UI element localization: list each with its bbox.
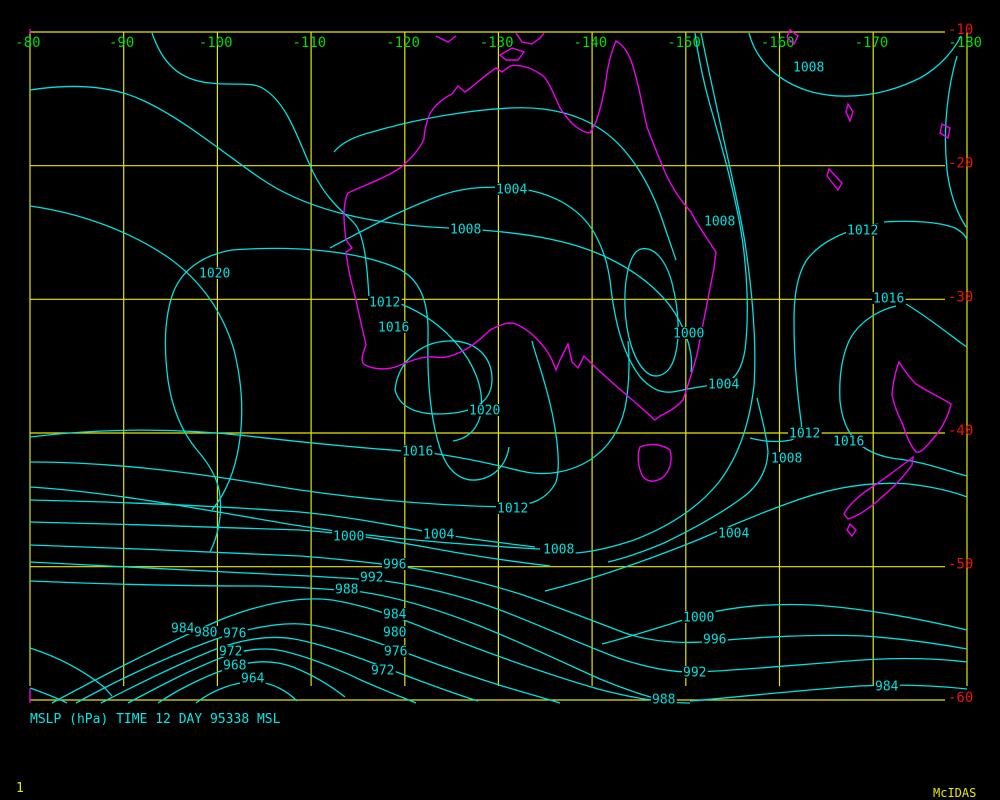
isobar (232, 248, 509, 480)
coastline-vanuatu (846, 104, 853, 121)
latitude-label: -50 (948, 557, 973, 573)
isobar (30, 487, 540, 549)
isobar-label: 1016 (873, 292, 904, 307)
map-canvas[interactable]: -80-90-100-110-120-130-140-150-160-170-1… (0, 0, 1000, 800)
isobar-label: 1020 (469, 404, 500, 419)
coastline-nz-south-island (844, 457, 913, 519)
isobar-label: 980 (383, 626, 406, 641)
coastline-stewart-island (847, 524, 856, 536)
isobar-label: 992 (360, 571, 383, 586)
isobar-label: 972 (371, 664, 394, 679)
coastline-australia (344, 41, 716, 420)
isobar (30, 688, 67, 703)
longitude-label: -170 (855, 35, 889, 51)
longitude-label: -100 (199, 35, 233, 51)
coastline-new-caledonia (827, 169, 842, 190)
isobar-label: 1016 (378, 321, 409, 336)
isobar-label: 1008 (704, 215, 735, 230)
isobar-label: 1000 (683, 611, 714, 626)
isobar-label: 1004 (423, 528, 454, 543)
isobar-label: 976 (223, 627, 246, 642)
isobar-label: 1012 (789, 427, 820, 442)
isobar-label: 1000 (673, 327, 704, 342)
isobar-label: 1016 (402, 445, 433, 460)
isobar-label: 1012 (847, 224, 878, 239)
isobar (30, 341, 629, 474)
isobar (545, 483, 967, 591)
longitude-label: -120 (386, 35, 420, 51)
isobar-label: 1012 (497, 502, 528, 517)
isobar (30, 206, 242, 510)
coastline-new-guinea-edge (516, 33, 544, 44)
map-caption: MSLP (hPa) TIME 12 DAY 95338 MSL (30, 712, 280, 727)
isobar (884, 221, 967, 240)
isobar-label: 1008 (771, 452, 802, 467)
isobar-label: 1004 (496, 183, 527, 198)
isobar-label: 1012 (369, 296, 400, 311)
isobar (945, 56, 966, 227)
longitude-label: -80 (15, 35, 40, 51)
latitude-label: -10 (948, 22, 973, 38)
isobar (906, 304, 967, 347)
isobar-label: 1004 (708, 378, 739, 393)
graticule: -80-90-100-110-120-130-140-150-160-170-1… (15, 22, 982, 706)
coastline-nz-north-island (892, 362, 951, 452)
isobar (560, 33, 755, 553)
isobar-labels: 1008 1004 1008 1008 1012 1020 1012 1016 1016 1000… (170, 61, 906, 708)
isobar (30, 648, 112, 696)
coastline-tasmania (638, 445, 671, 482)
isobar-label: 1000 (333, 530, 364, 545)
isobar (625, 249, 678, 376)
mcidas-logo: McIDAS (933, 786, 976, 800)
isobar (52, 599, 967, 703)
latitude-label: -40 (948, 423, 973, 439)
isobar-label: 984 (875, 680, 899, 695)
isobar (840, 306, 967, 476)
isobar (30, 341, 558, 507)
longitude-label: -130 (480, 35, 514, 51)
isobar-label: 972 (219, 645, 242, 660)
latitude-label: -30 (948, 289, 973, 305)
isobar-label: 964 (241, 672, 265, 687)
latitude-label: -60 (948, 690, 973, 706)
isobar (750, 224, 878, 441)
frame-number: 1 (16, 781, 24, 796)
isobar-label: 984 (383, 608, 407, 623)
mcidas-display: -80-90-100-110-120-130-140-150-160-170-1… (0, 0, 1000, 800)
isobar-label: 1008 (793, 61, 824, 76)
isobar-label: 1004 (718, 527, 749, 542)
isobar-label: 996 (383, 558, 406, 573)
isobar (101, 637, 478, 703)
isobar-label: 1008 (543, 543, 574, 558)
isobar-label: 996 (703, 633, 726, 648)
isobar-label: 992 (683, 666, 706, 681)
longitude-label: -160 (761, 35, 795, 51)
isobar-label: 988 (335, 583, 358, 598)
longitude-label: -140 (574, 35, 608, 51)
isobar (602, 604, 967, 644)
latitude-label: -20 (948, 156, 973, 172)
isobar-label: 1016 (833, 435, 864, 450)
isobar-label: 976 (384, 645, 407, 660)
isobar-label: 988 (652, 693, 675, 708)
isobar-label: 1020 (199, 267, 230, 282)
isobar-label: 1008 (450, 223, 481, 238)
longitude-label: -110 (293, 35, 327, 51)
longitude-label: -90 (109, 35, 134, 51)
isobar-label: 984 (171, 622, 195, 637)
isobar-label: 980 (194, 626, 217, 641)
isobar (76, 624, 560, 703)
coastline-timor (436, 36, 456, 42)
